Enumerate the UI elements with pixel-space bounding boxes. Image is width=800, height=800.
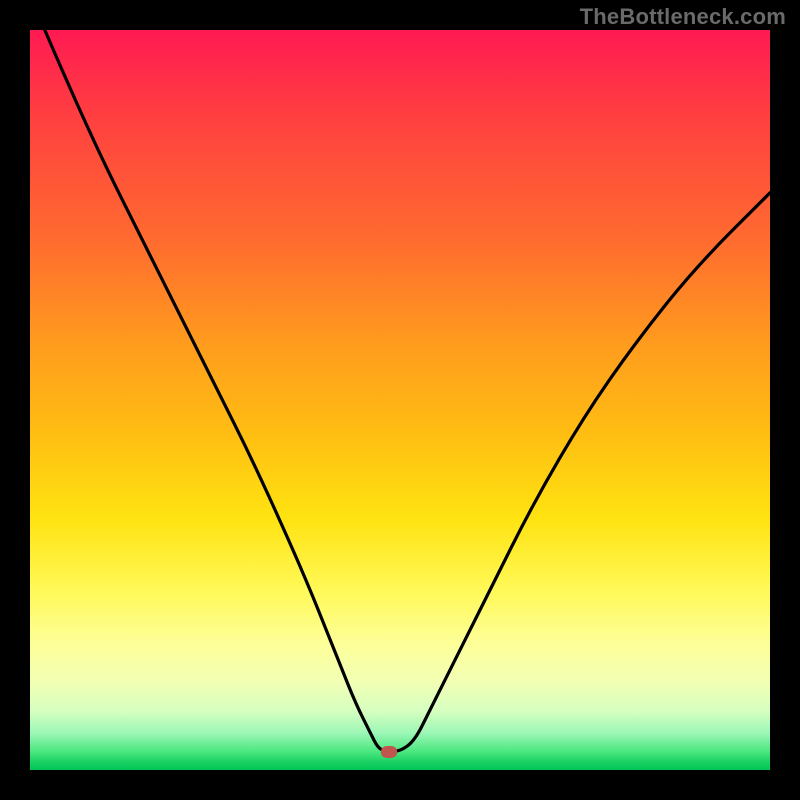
chart-frame: TheBottleneck.com xyxy=(0,0,800,800)
optimal-marker xyxy=(381,746,397,758)
bottleneck-curve xyxy=(30,30,770,770)
watermark-text: TheBottleneck.com xyxy=(580,4,786,30)
curve-path xyxy=(45,30,770,752)
plot-area xyxy=(30,30,770,770)
